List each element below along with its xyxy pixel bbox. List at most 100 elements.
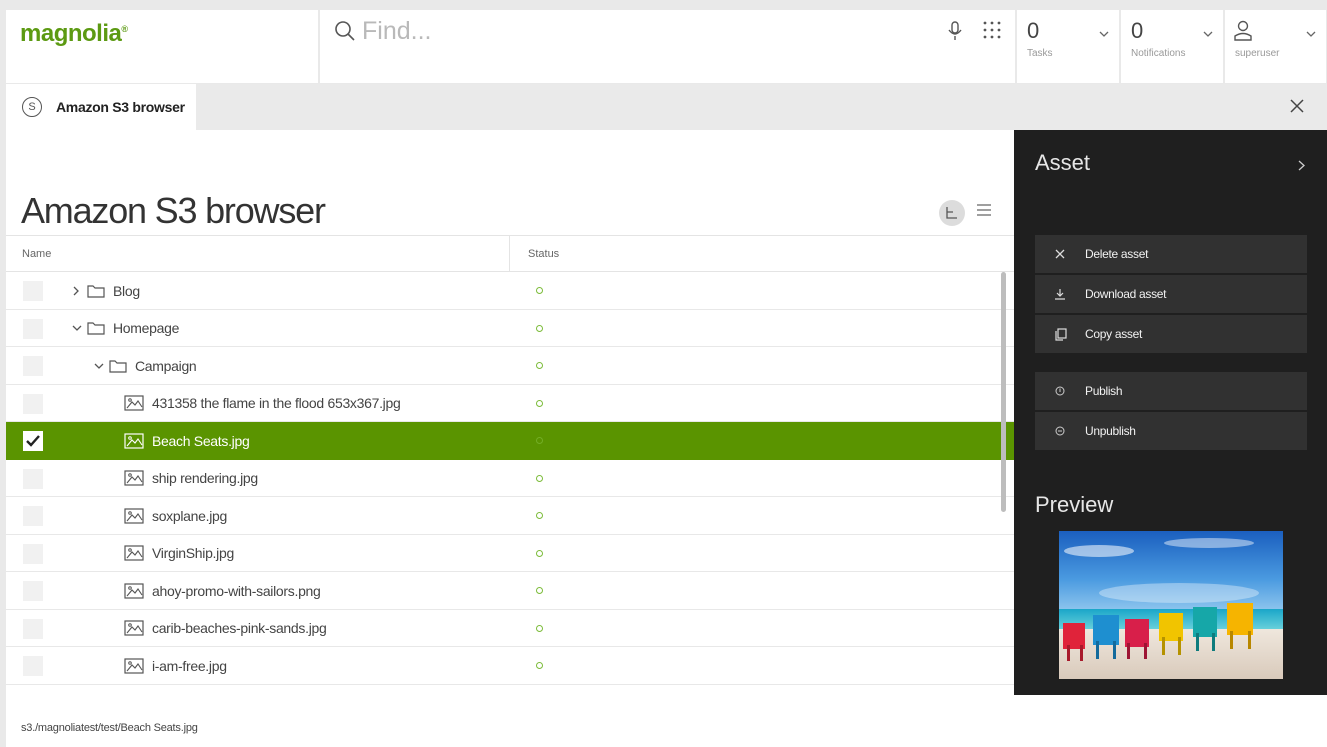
chevron-down-icon[interactable] xyxy=(94,362,106,370)
status-indicator xyxy=(536,549,543,557)
row-name: soxplane.jpg xyxy=(124,497,227,534)
row-checkbox[interactable] xyxy=(23,431,43,451)
download-asset-label: Download asset xyxy=(1085,287,1167,301)
row-checkbox[interactable] xyxy=(23,356,43,376)
scrollbar[interactable] xyxy=(1001,272,1006,512)
table-row[interactable]: ahoy-promo-with-sailors.png xyxy=(6,572,1014,610)
tab-amazon-s3-browser[interactable]: S Amazon S3 browser xyxy=(6,84,196,130)
tree-view-icon[interactable] xyxy=(939,200,965,226)
microphone-icon[interactable] xyxy=(947,20,963,47)
user-menu[interactable]: superuser xyxy=(1225,10,1326,83)
unpublish-button[interactable]: Unpublish xyxy=(1035,412,1307,450)
row-name: ship rendering.jpg xyxy=(124,460,258,497)
tasks-indicator[interactable]: 0 Tasks xyxy=(1017,10,1119,83)
preview-title: Preview xyxy=(1035,492,1114,517)
chevron-right-icon[interactable] xyxy=(72,286,84,296)
logo-area: magnolia® xyxy=(6,10,318,83)
page-title: Amazon S3 browser xyxy=(21,190,326,231)
download-icon xyxy=(1035,288,1085,300)
publish-label: Publish xyxy=(1085,384,1123,398)
chevron-right-icon[interactable] xyxy=(1298,158,1305,176)
close-icon xyxy=(1035,249,1085,259)
row-checkbox[interactable] xyxy=(23,618,43,639)
image-file-icon xyxy=(124,470,144,486)
row-label: 431358 the flame in the flood 653x367.jp… xyxy=(152,395,401,411)
asset-preview-image[interactable] xyxy=(1059,531,1283,679)
table-row[interactable]: ship rendering.jpg xyxy=(6,460,1014,497)
list-view-icon[interactable] xyxy=(976,203,992,222)
row-name: 431358 the flame in the flood 653x367.jp… xyxy=(124,385,401,422)
row-label: Blog xyxy=(113,282,140,299)
row-checkbox[interactable] xyxy=(23,468,43,489)
search-input[interactable] xyxy=(362,14,922,48)
row-checkbox[interactable] xyxy=(23,581,43,601)
magnolia-logo[interactable]: magnolia® xyxy=(20,20,128,48)
row-label: ahoy-promo-with-sailors.png xyxy=(152,582,321,599)
copy-asset-label: Copy asset xyxy=(1085,327,1143,341)
download-asset-button[interactable]: Download asset xyxy=(1035,275,1307,313)
row-checkbox[interactable] xyxy=(23,506,43,526)
browser-panel: Amazon S3 browser Name Status Blog Homepa… xyxy=(6,130,1014,695)
image-file-icon xyxy=(124,620,144,636)
row-label: soxplane.jpg xyxy=(152,507,228,524)
row-name: Homepage xyxy=(72,310,179,347)
notifications-count: 0 xyxy=(1131,18,1144,43)
status-indicator xyxy=(536,437,543,444)
selected-path: s3./magnoliatest/test/Beach Seats.jpg xyxy=(21,722,198,734)
action-panel: Asset Delete asset Download asset Copy a… xyxy=(1014,130,1327,695)
chevron-down-icon xyxy=(1099,24,1109,42)
folder-icon xyxy=(87,321,105,335)
notifications-indicator[interactable]: 0 Notifications xyxy=(1121,10,1223,83)
table-row[interactable]: Campaign xyxy=(6,347,1014,385)
publish-button[interactable]: Publish xyxy=(1035,372,1307,410)
row-label: ship rendering.jpg xyxy=(152,470,258,486)
app-header: magnolia® 0 Tasks 0 Notifications superu… xyxy=(6,10,1327,83)
table-row[interactable]: Homepage xyxy=(6,310,1014,347)
row-label: Beach Seats.jpg xyxy=(152,432,250,449)
row-name: ahoy-promo-with-sailors.png xyxy=(124,572,321,609)
user-label: superuser xyxy=(1235,48,1280,59)
table-row[interactable]: Blog xyxy=(6,272,1014,310)
row-name: Blog xyxy=(72,272,140,309)
row-label: carib-beaches-pink-sands.jpg xyxy=(152,620,327,636)
table-row[interactable]: carib-beaches-pink-sands.jpg xyxy=(6,610,1014,647)
unpublish-label: Unpublish xyxy=(1085,424,1136,438)
close-icon[interactable] xyxy=(1289,98,1305,119)
table-row[interactable]: i-am-free.jpg xyxy=(6,647,1014,685)
tasks-label: Tasks xyxy=(1027,48,1053,59)
row-checkbox[interactable] xyxy=(23,543,43,564)
logo-mark: ® xyxy=(121,24,128,34)
chevron-down-icon[interactable] xyxy=(72,324,84,332)
app-launcher-icon[interactable] xyxy=(982,20,1002,45)
row-label: i-am-free.jpg xyxy=(152,657,227,674)
delete-asset-button[interactable]: Delete asset xyxy=(1035,235,1307,273)
table-row[interactable]: 431358 the flame in the flood 653x367.jp… xyxy=(6,385,1014,422)
table-row[interactable]: Beach Seats.jpg xyxy=(6,422,1014,460)
row-name: carib-beaches-pink-sands.jpg xyxy=(124,610,327,647)
chevron-down-icon xyxy=(1306,24,1316,42)
delete-asset-label: Delete asset xyxy=(1085,247,1149,261)
row-checkbox[interactable] xyxy=(23,656,43,676)
status-indicator xyxy=(536,287,543,294)
image-file-icon xyxy=(124,545,144,561)
row-checkbox[interactable] xyxy=(23,318,43,339)
publish-icon xyxy=(1035,386,1085,396)
row-checkbox[interactable] xyxy=(23,281,43,301)
row-name: Campaign xyxy=(94,347,197,384)
status-indicator xyxy=(536,324,543,332)
row-checkbox[interactable] xyxy=(23,393,43,414)
table-row[interactable]: soxplane.jpg xyxy=(6,497,1014,535)
search-icon xyxy=(334,20,356,47)
row-label: Campaign xyxy=(135,357,197,374)
column-header-status[interactable]: Status xyxy=(510,236,559,271)
table-row[interactable]: VirginShip.jpg xyxy=(6,535,1014,572)
status-indicator xyxy=(536,624,543,632)
folder-icon xyxy=(87,284,105,298)
unpublish-icon xyxy=(1035,426,1085,436)
status-indicator xyxy=(536,399,543,407)
copy-asset-button[interactable]: Copy asset xyxy=(1035,315,1307,353)
asset-table: Name Status Blog Homepage Campaign 431358 t… xyxy=(6,235,1014,685)
row-name: Beach Seats.jpg xyxy=(124,422,250,459)
column-header-name[interactable]: Name xyxy=(6,236,510,271)
tab-label: Amazon S3 browser xyxy=(56,99,185,115)
